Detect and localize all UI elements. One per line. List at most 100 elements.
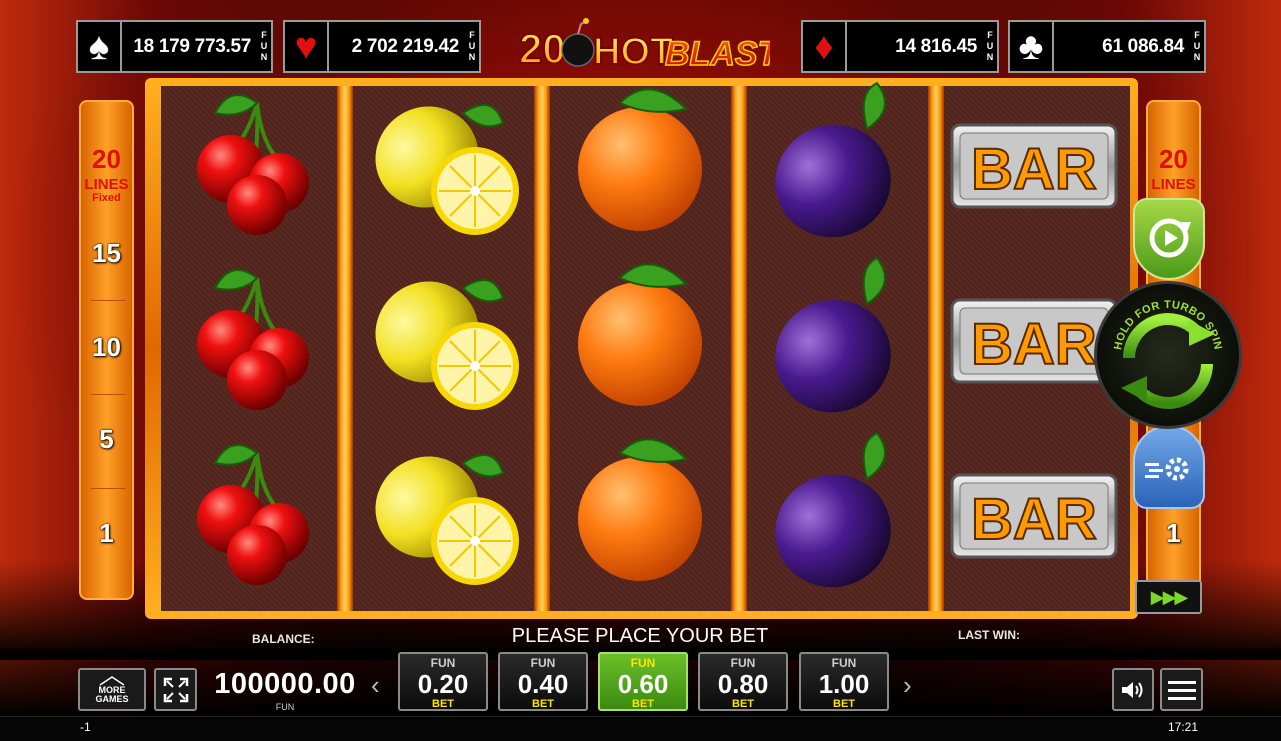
balance-unit: FUN [275,702,295,712]
jackpot-diamonds: ♦ 14 816.45 FUN [801,20,999,73]
lines-label: LINES [84,176,129,193]
bet-currency: FUN [831,656,857,670]
hamburger-menu-icon [1167,680,1196,700]
spin-icon: HOLD FOR TURBO SPIN [1112,299,1223,409]
jackpot-value: 14 816.45 [895,35,977,57]
bet-prev-arrow-icon[interactable]: ‹ [371,670,380,701]
line-marker: 15 [92,238,121,268]
plum-symbol [747,248,928,423]
spin-button[interactable]: HOLD FOR TURBO SPIN [1094,281,1242,429]
bet-value: 0.40 [517,669,569,699]
bet-option[interactable]: FUN 0.20 BET [398,652,488,711]
bet-currency: FUN [530,656,556,670]
bet-value: 1.00 [818,669,870,699]
bet-currency: FUN [630,656,656,670]
plum-symbol [747,73,928,248]
bet-label: BET [732,698,754,710]
orange-symbol [550,423,731,598]
svg-text:BAR: BAR [971,137,1097,202]
fullscreen-icon [163,677,188,702]
more-games-button[interactable]: MORE GAMES [78,668,146,711]
jackpot-unit: FUN [986,30,994,62]
bet-option-selected[interactable]: FUN 0.60 BET [598,652,688,711]
orange-symbol [550,73,731,248]
logo-word-hot: HOT [593,31,673,73]
lines-count: 20 [92,144,121,174]
plum-symbol [747,423,928,598]
line-marker: 1 [99,518,114,548]
clock: 17:21 [1168,720,1199,734]
logo-word-blast: BLAST [665,35,770,73]
bet-value: 0.60 [617,669,669,699]
autoplay-icon [1149,218,1191,258]
orange-symbol [550,248,731,423]
spade-icon: ♠ [78,22,122,71]
cherry-symbol [161,73,342,248]
line-marker: 1 [1166,518,1181,548]
cherry-symbol [161,423,342,598]
bet-label: BET [432,698,454,710]
svg-text:BAR: BAR [971,487,1097,552]
jackpot-value: 2 702 219.42 [351,35,460,57]
lines-panel-left: 20 LINES Fixed 15 10 5 1 [79,100,134,600]
cherry-symbol [161,248,342,423]
bar-symbol: BAR [944,423,1125,598]
status-bar: -1 17:21 [0,716,1281,741]
bet-next-arrow-icon[interactable]: › [903,670,912,701]
bet-value: 0.80 [717,669,769,699]
reel-separator [534,86,550,611]
jackpot-unit: FUN [1193,30,1201,62]
bar-symbol: BAR [944,73,1125,248]
jackpot-value: 18 179 773.57 [133,35,251,57]
bet-label: BET [632,698,654,710]
lines-mode: Fixed [92,192,121,204]
more-games-label: MORE GAMES [95,684,129,704]
status-message: PLEASE PLACE YOUR BET [511,625,769,647]
jackpot-hearts: ♥ 2 702 219.42 FUN [283,20,481,73]
balance-label: BALANCE: [252,632,315,646]
bet-label: BET [532,698,554,710]
diamond-icon: ♦ [803,22,847,71]
line-marker: 5 [99,424,114,454]
line-marker: 10 [92,332,121,362]
home-icon [99,675,125,686]
bet-currency: FUN [730,656,756,670]
bet-option[interactable]: FUN 1.00 BET [799,652,889,711]
lines-count: 20 [1159,144,1188,174]
bet-currency: FUN [430,656,456,670]
bet-option[interactable]: FUN 0.80 BET [698,652,788,711]
bet-value: 0.20 [417,669,469,699]
lines-label: LINES [1151,176,1196,193]
logo-number: 20 [519,25,566,72]
fullscreen-button[interactable] [154,668,197,711]
reel-separator [731,86,747,611]
sound-button[interactable] [1112,668,1154,711]
jackpot-spades: ♠ 18 179 773.57 FUN [76,20,273,73]
divider [91,488,126,489]
jackpot-unit: FUN [468,30,476,62]
settings-button[interactable] [1133,425,1205,509]
autoplay-button[interactable] [1133,198,1205,280]
divider [91,394,126,395]
divider [91,300,126,301]
menu-button[interactable] [1160,668,1203,711]
club-icon: ♣ [1010,22,1054,71]
status-left: -1 [80,720,91,734]
balance-value: 100000.00 [214,668,356,700]
fast-forward-icon: ▶▶▶ [1150,586,1189,607]
bet-option[interactable]: FUN 0.40 BET [498,652,588,711]
reel-separator [928,86,944,611]
jackpot-unit: FUN [260,30,268,62]
settings-gear-icon [1145,457,1189,481]
speaker-icon [1122,681,1143,698]
heart-icon: ♥ [285,22,329,71]
last-win-label: LAST WIN: [958,628,1020,642]
bet-label: BET [833,698,855,710]
jackpot-clubs: ♣ 61 086.84 FUN [1008,20,1206,73]
lemon-symbol [353,423,534,598]
turbo-button[interactable]: ▶▶▶ [1135,580,1202,614]
lemon-symbol [353,248,534,423]
jackpot-value: 61 086.84 [1102,35,1184,57]
svg-text:BAR: BAR [971,312,1097,377]
game-logo: 20 HOT BLAST [518,18,770,74]
